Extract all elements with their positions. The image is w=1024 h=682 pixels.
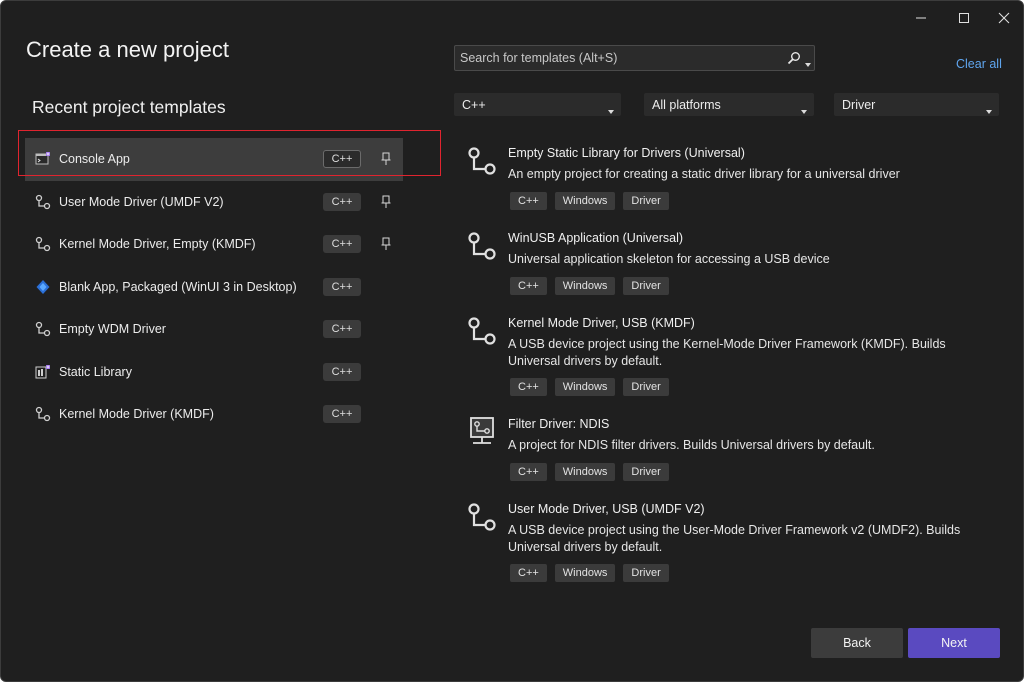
- tag: C++: [510, 564, 547, 582]
- platform-filter-dropdown[interactable]: All platforms: [644, 93, 814, 116]
- chevron-down-icon: [608, 103, 614, 114]
- template-description: A USB device project using the User-Mode…: [508, 523, 961, 554]
- next-button[interactable]: Next: [908, 628, 1000, 658]
- language-tag: C++: [323, 192, 361, 211]
- language-tag: C++: [323, 405, 361, 424]
- minimize-button[interactable]: [903, 7, 939, 29]
- recent-item-user-mode-driver[interactable]: User Mode Driver (UMDF V2) C++: [25, 181, 403, 224]
- driver-icon: [465, 313, 499, 347]
- close-button[interactable]: [986, 7, 1022, 29]
- template-name: WinUSB Application (Universal): [508, 231, 684, 245]
- recent-templates-title: Recent project templates: [32, 97, 226, 117]
- recent-item-label: Static Library: [59, 364, 132, 379]
- chevron-down-icon: [986, 103, 992, 114]
- template-tags: C++ Windows Driver: [510, 463, 669, 481]
- tag: C++: [510, 378, 547, 396]
- static-library-icon: [35, 364, 51, 380]
- recent-item-console-app[interactable]: Console App C++: [25, 138, 403, 181]
- tag: C++: [510, 277, 547, 295]
- language-filter-value: C++: [462, 98, 486, 112]
- template-results-list: Empty Static Library for Drivers (Univer…: [465, 138, 1005, 595]
- language-tag: C++: [323, 320, 361, 339]
- tag: C++: [510, 192, 547, 210]
- recent-item-kernel-mode-driver[interactable]: Kernel Mode Driver (KMDF) C++: [25, 393, 403, 436]
- language-tag: C++: [323, 277, 361, 296]
- tag: C++: [510, 463, 547, 481]
- console-app-icon: [35, 151, 51, 167]
- template-tags: C++ Windows Driver: [510, 564, 669, 582]
- tag: Driver: [623, 192, 669, 210]
- tag: Driver: [623, 463, 669, 481]
- tag: Windows: [554, 277, 616, 295]
- winui-icon: [35, 279, 51, 295]
- template-result-filter-driver-ndis[interactable]: Filter Driver: NDIS A project for NDIS f…: [465, 409, 1005, 494]
- template-search-box[interactable]: [454, 45, 815, 71]
- maximize-icon: [959, 13, 969, 23]
- template-name: User Mode Driver, USB (UMDF V2): [508, 502, 705, 516]
- recent-item-label: Kernel Mode Driver, Empty (KMDF): [59, 237, 256, 252]
- pin-icon[interactable]: [379, 237, 393, 251]
- tag: Windows: [554, 463, 616, 481]
- minimize-icon: [916, 17, 926, 19]
- template-description: A USB device project using the Kernel-Mo…: [508, 337, 946, 368]
- tag: Windows: [554, 192, 616, 210]
- chevron-down-icon[interactable]: [805, 56, 811, 67]
- search-icon[interactable]: [787, 51, 801, 65]
- page-title: Create a new project: [26, 37, 229, 62]
- template-result-winusb-application[interactable]: WinUSB Application (Universal) Universal…: [465, 223, 1005, 308]
- project-type-filter-dropdown[interactable]: Driver: [834, 93, 999, 116]
- tag: Driver: [623, 277, 669, 295]
- recent-item-label: User Mode Driver (UMDF V2): [59, 194, 224, 209]
- recent-item-blank-app-winui[interactable]: Blank App, Packaged (WinUI 3 in Desktop)…: [25, 266, 403, 309]
- template-tags: C++ Windows Driver: [510, 277, 669, 295]
- back-button[interactable]: Back: [811, 628, 903, 658]
- driver-icon: [465, 143, 499, 177]
- template-result-empty-static-library[interactable]: Empty Static Library for Drivers (Univer…: [465, 138, 1005, 223]
- ndis-filter-icon: [465, 414, 499, 448]
- pin-icon[interactable]: [379, 152, 393, 166]
- language-tag: C++: [323, 235, 361, 254]
- recent-item-empty-wdm-driver[interactable]: Empty WDM Driver C++: [25, 308, 403, 351]
- close-icon: [998, 12, 1010, 24]
- platform-filter-value: All platforms: [652, 98, 721, 112]
- driver-icon: [465, 228, 499, 262]
- driver-icon: [35, 406, 51, 422]
- template-description: Universal application skeleton for acces…: [508, 252, 830, 266]
- template-tags: C++ Windows Driver: [510, 192, 669, 210]
- language-filter-dropdown[interactable]: C++: [454, 93, 621, 116]
- template-description: An empty project for creating a static d…: [508, 167, 900, 181]
- pin-icon[interactable]: [379, 195, 393, 209]
- tag: Windows: [554, 378, 616, 396]
- recent-item-label: Empty WDM Driver: [59, 322, 166, 337]
- template-name: Filter Driver: NDIS: [508, 417, 610, 431]
- template-description: A project for NDIS filter drivers. Build…: [508, 438, 875, 452]
- tag: Windows: [554, 564, 616, 582]
- driver-icon: [35, 236, 51, 252]
- template-result-kernel-mode-driver-usb[interactable]: Kernel Mode Driver, USB (KMDF) A USB dev…: [465, 308, 1005, 409]
- recent-item-label: Console App: [59, 152, 130, 167]
- recent-templates-list: Console App C++ User Mode Driver (UMDF V…: [25, 138, 403, 436]
- chevron-down-icon: [801, 103, 807, 114]
- recent-item-label: Kernel Mode Driver (KMDF): [59, 407, 214, 422]
- template-tags: C++ Windows Driver: [510, 378, 669, 396]
- recent-item-static-library[interactable]: Static Library C++: [25, 351, 403, 394]
- clear-all-link[interactable]: Clear all: [956, 57, 1002, 71]
- tag: Driver: [623, 564, 669, 582]
- template-name: Empty Static Library for Drivers (Univer…: [508, 146, 745, 160]
- template-result-user-mode-driver-usb[interactable]: User Mode Driver, USB (UMDF V2) A USB de…: [465, 494, 1005, 595]
- maximize-button[interactable]: [946, 7, 982, 29]
- driver-icon: [465, 499, 499, 533]
- tag: Driver: [623, 378, 669, 396]
- language-tag: C++: [323, 150, 361, 169]
- recent-item-label: Blank App, Packaged (WinUI 3 in Desktop): [59, 279, 297, 294]
- language-tag: C++: [323, 362, 361, 381]
- recent-item-kernel-mode-driver-empty[interactable]: Kernel Mode Driver, Empty (KMDF) C++: [25, 223, 403, 266]
- driver-icon: [35, 321, 51, 337]
- driver-icon: [35, 194, 51, 210]
- search-input[interactable]: [455, 46, 775, 70]
- template-name: Kernel Mode Driver, USB (KMDF): [508, 316, 695, 330]
- create-project-window: Create a new project Recent project temp…: [0, 0, 1024, 682]
- project-type-filter-value: Driver: [842, 98, 876, 112]
